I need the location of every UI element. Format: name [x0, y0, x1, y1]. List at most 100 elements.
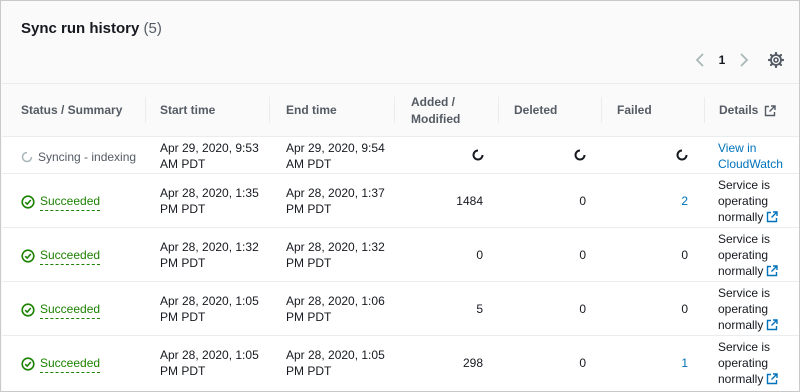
status-label[interactable]: Succeeded [40, 193, 101, 211]
table-header: Status / Summary Start time End time Add… [2, 83, 799, 137]
sync-run-history-panel: Sync run history (5) 1 Status / Summary … [0, 0, 800, 392]
end-time-line2: PM PDT [286, 364, 332, 378]
start-time-cell: Apr 28, 2020, 1:05 PM PDT [160, 347, 259, 379]
column-header-status[interactable]: Status / Summary [21, 84, 146, 137]
end-time-line1: Apr 28, 2020, 1:05 [286, 348, 385, 362]
details-line3: normally [718, 371, 779, 387]
details-line2: operating [718, 356, 769, 370]
chevron-left-icon[interactable] [691, 51, 709, 69]
end-time-line2: PM PDT [286, 256, 332, 270]
title-text: Sync run history [21, 20, 140, 37]
check-circle-icon [21, 357, 35, 371]
column-header-end-time[interactable]: End time [270, 84, 395, 137]
failed-count-link[interactable]: 2 [602, 193, 688, 209]
start-time-line1: Apr 28, 2020, 1:35 [160, 186, 259, 200]
view-in-cloudwatch-link[interactable]: View in CloudWatch [718, 140, 783, 172]
column-header-start-time[interactable]: Start time [146, 84, 270, 137]
end-time-line1: Apr 28, 2020, 1:06 [286, 294, 385, 308]
status-label[interactable]: Succeeded [40, 247, 101, 265]
details-line2: operating [718, 194, 769, 208]
external-link-icon[interactable] [766, 319, 779, 331]
start-time-line2: PM PDT [160, 310, 206, 324]
details-line2: CloudWatch [718, 157, 783, 171]
failed-count-link[interactable]: 1 [602, 355, 688, 371]
status-label[interactable]: Succeeded [40, 301, 101, 319]
column-header-added-modified[interactable]: Added / Modified [395, 84, 499, 137]
external-link-icon[interactable] [766, 211, 779, 223]
start-time-line1: Apr 28, 2020, 1:32 [160, 240, 259, 254]
status-cell: Succeeded [21, 301, 101, 319]
external-link-icon[interactable] [766, 265, 779, 277]
column-details-label: Details [719, 103, 759, 117]
added-modified-count: 1484 [456, 194, 483, 208]
end-time-cell: Apr 28, 2020, 1:05 PM PDT [286, 347, 385, 379]
status-cell: Succeeded [21, 247, 101, 265]
start-time-line2: PM PDT [160, 256, 206, 270]
column-end-label: End time [286, 103, 337, 117]
end-time-cell: Apr 28, 2020, 1:06 PM PDT [286, 293, 385, 325]
deleted-count: 0 [579, 356, 586, 370]
details-line3: normally [718, 263, 779, 279]
details-line1: View in [718, 141, 757, 155]
end-time-line1: Apr 28, 2020, 1:37 [286, 186, 385, 200]
column-added-line2: Modified [411, 111, 461, 126]
table-row: Succeeded Apr 28, 2020, 1:35 PM PDT Apr … [2, 174, 799, 228]
gear-icon[interactable] [767, 51, 785, 69]
table-row: Succeeded Apr 28, 2020, 1:05 PM PDT Apr … [2, 282, 799, 336]
details-line1: Service is [718, 232, 771, 246]
column-deleted-label: Deleted [514, 103, 558, 117]
details-line1: Service is [718, 286, 771, 300]
details-line3-text: normally [718, 318, 764, 332]
column-header-details[interactable]: Details [705, 84, 799, 137]
status-cell: Succeeded [21, 193, 101, 211]
page-title: Sync run history (5) [21, 20, 162, 37]
deleted-count: 0 [579, 248, 586, 262]
details-line2: operating [718, 302, 769, 316]
column-start-label: Start time [160, 103, 216, 117]
start-time-line1: Apr 29, 2020, 9:53 [160, 141, 259, 155]
status-label[interactable]: Succeeded [40, 355, 101, 373]
external-link-icon [765, 104, 777, 116]
added-modified-count: 5 [476, 302, 483, 316]
column-added-label: Added / Modified [411, 94, 460, 128]
details-cell: Service is operating normally [718, 231, 779, 279]
external-link-icon[interactable] [766, 373, 779, 385]
check-circle-icon [21, 249, 35, 263]
deleted-count: 0 [579, 302, 586, 316]
check-circle-icon [21, 303, 35, 317]
spinner-icon [574, 149, 586, 161]
spinner-icon [676, 149, 688, 161]
start-time-line2: AM PDT [160, 157, 206, 171]
column-added-line1: Added / [411, 94, 455, 109]
details-line1: Service is [718, 178, 771, 192]
details-cell: Service is operating normally [718, 285, 779, 333]
details-line3-text: normally [718, 264, 764, 278]
start-time-line1: Apr 28, 2020, 1:05 [160, 348, 259, 362]
details-cell: Service is operating normally [718, 339, 779, 387]
spinner-icon [21, 151, 33, 163]
end-time-cell: Apr 29, 2020, 9:54 AM PDT [286, 140, 385, 172]
start-time-cell: Apr 29, 2020, 9:53 AM PDT [160, 140, 259, 172]
chevron-right-icon[interactable] [735, 51, 753, 69]
added-modified-count: 298 [462, 356, 483, 370]
spinner-icon [472, 149, 484, 161]
column-status-label: Status / Summary [21, 103, 123, 117]
end-time-cell: Apr 28, 2020, 1:32 PM PDT [286, 239, 385, 271]
current-page-number[interactable]: 1 [709, 53, 735, 67]
end-time-cell: Apr 28, 2020, 1:37 PM PDT [286, 185, 385, 217]
pagination: 1 [691, 51, 785, 69]
start-time-line2: PM PDT [160, 364, 206, 378]
end-time-line1: Apr 28, 2020, 1:32 [286, 240, 385, 254]
end-time-line1: Apr 29, 2020, 9:54 [286, 141, 385, 155]
table-body: Syncing - indexing Apr 29, 2020, 9:53 AM… [2, 137, 799, 391]
deleted-count: 0 [579, 194, 586, 208]
column-header-failed[interactable]: Failed [602, 84, 705, 137]
details-line3-text: normally [718, 372, 764, 386]
panel-header: Sync run history (5) 1 [2, 2, 799, 83]
start-time-line2: PM PDT [160, 202, 206, 216]
column-failed-label: Failed [617, 103, 652, 117]
start-time-cell: Apr 28, 2020, 1:05 PM PDT [160, 293, 259, 325]
start-time-cell: Apr 28, 2020, 1:32 PM PDT [160, 239, 259, 271]
end-time-line2: PM PDT [286, 202, 332, 216]
column-header-deleted[interactable]: Deleted [499, 84, 602, 137]
